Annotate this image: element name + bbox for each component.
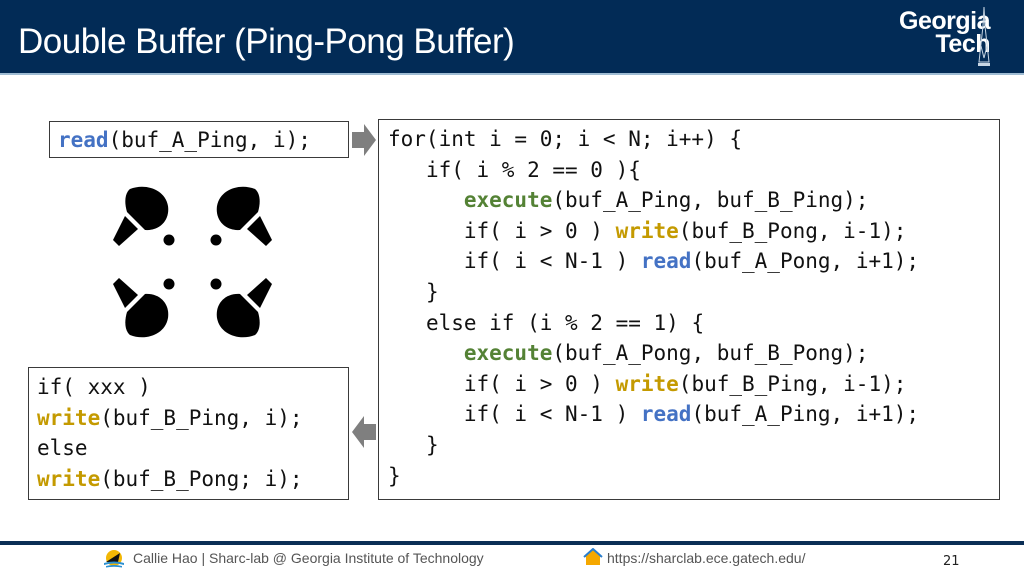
tech-tower-icon	[978, 6, 990, 66]
write-fn: write	[37, 405, 101, 430]
write-line-1: if( xxx )	[37, 375, 151, 399]
code-line: }	[388, 277, 919, 308]
code-line: if( i > 0 ) write(buf_B_Pong, i-1);	[388, 216, 919, 247]
footer-divider	[0, 541, 1024, 545]
sharc-lab-logo-icon	[104, 550, 124, 568]
code-text: }	[425, 279, 439, 304]
footer-credit: Callie Hao | Sharc-lab @ Georgia Institu…	[133, 550, 484, 566]
code-text: else if (i % 2 == 1) {	[425, 310, 705, 335]
code-args: (buf_A_Pong, buf_B_Pong);	[552, 341, 869, 366]
slide-title: Double Buffer (Ping-Pong Buffer)	[18, 22, 515, 61]
code-text: if( i % 2 == 0 ){	[425, 157, 641, 182]
code-line: else if (i % 2 == 1) {	[388, 308, 919, 339]
slide-header: Double Buffer (Ping-Pong Buffer) Georgia…	[0, 0, 1024, 75]
footer-url-link[interactable]: https://sharclab.ece.gatech.edu/	[607, 550, 805, 566]
write-args: (buf_B_Pong; i);	[100, 466, 303, 491]
read-fn: read	[640, 249, 692, 274]
code-text: if( i < N-1 )	[463, 249, 641, 274]
code-line: }	[388, 461, 919, 492]
code-args: (buf_A_Ping, i+1);	[691, 402, 920, 427]
write-line-3: else	[37, 436, 88, 461]
read-box: read(buf_A_Ping, i);	[49, 121, 349, 158]
ping-pong-paddles-icon	[113, 186, 272, 338]
code-text: }	[388, 463, 401, 488]
code-line: execute(buf_A_Ping, buf_B_Ping);	[388, 185, 919, 216]
page-number: 21	[943, 554, 960, 569]
code-line: if( i < N-1 ) read(buf_A_Pong, i+1);	[388, 246, 919, 277]
write-fn: write	[37, 466, 101, 491]
code-line: if( i > 0 ) write(buf_B_Ping, i-1);	[388, 369, 919, 400]
loop-code: for(int i = 0; i < N; i++) { if( i % 2 =…	[388, 124, 919, 491]
code-text: if( i > 0 )	[463, 218, 616, 243]
read-fn: read	[58, 128, 109, 152]
paddle-icon	[113, 278, 175, 338]
code-line: }	[388, 430, 919, 461]
arrow-right-icon	[352, 124, 376, 156]
write-box: if( xxx ) write(buf_B_Ping, i); else wri…	[28, 367, 349, 500]
code-args: (buf_A_Pong, i+1);	[691, 249, 920, 274]
code-text: if( i < N-1 )	[463, 402, 641, 427]
code-text: for(int i = 0; i < N; i++) {	[388, 127, 743, 151]
read-fn: read	[640, 402, 692, 427]
execute-fn: execute	[463, 341, 553, 366]
code-args: (buf_B_Pong, i-1);	[678, 218, 907, 243]
write-args: (buf_B_Ping, i);	[100, 405, 303, 430]
loop-code-box: for(int i = 0; i < N; i++) { if( i % 2 =…	[378, 119, 1000, 500]
write-fn: write	[615, 371, 679, 396]
code-line: execute(buf_A_Pong, buf_B_Pong);	[388, 338, 919, 369]
write-fn: write	[615, 218, 679, 243]
paddle-icon	[113, 186, 175, 246]
code-line: for(int i = 0; i < N; i++) {	[388, 124, 919, 155]
execute-fn: execute	[463, 188, 553, 213]
code-args: (buf_A_Ping, buf_B_Ping);	[552, 188, 869, 213]
code-text: }	[425, 432, 439, 457]
paddle-icon	[210, 186, 272, 246]
code-args: (buf_B_Ping, i-1);	[678, 371, 907, 396]
read-args: (buf_A_Ping, i);	[108, 128, 311, 152]
code-line: if( i % 2 == 0 ){	[388, 155, 919, 186]
code-line: if( i < N-1 ) read(buf_A_Ping, i+1);	[388, 399, 919, 430]
arrow-left-icon	[352, 416, 376, 448]
paddle-icon	[210, 278, 272, 338]
home-icon	[583, 548, 603, 565]
code-text: if( i > 0 )	[463, 371, 616, 396]
